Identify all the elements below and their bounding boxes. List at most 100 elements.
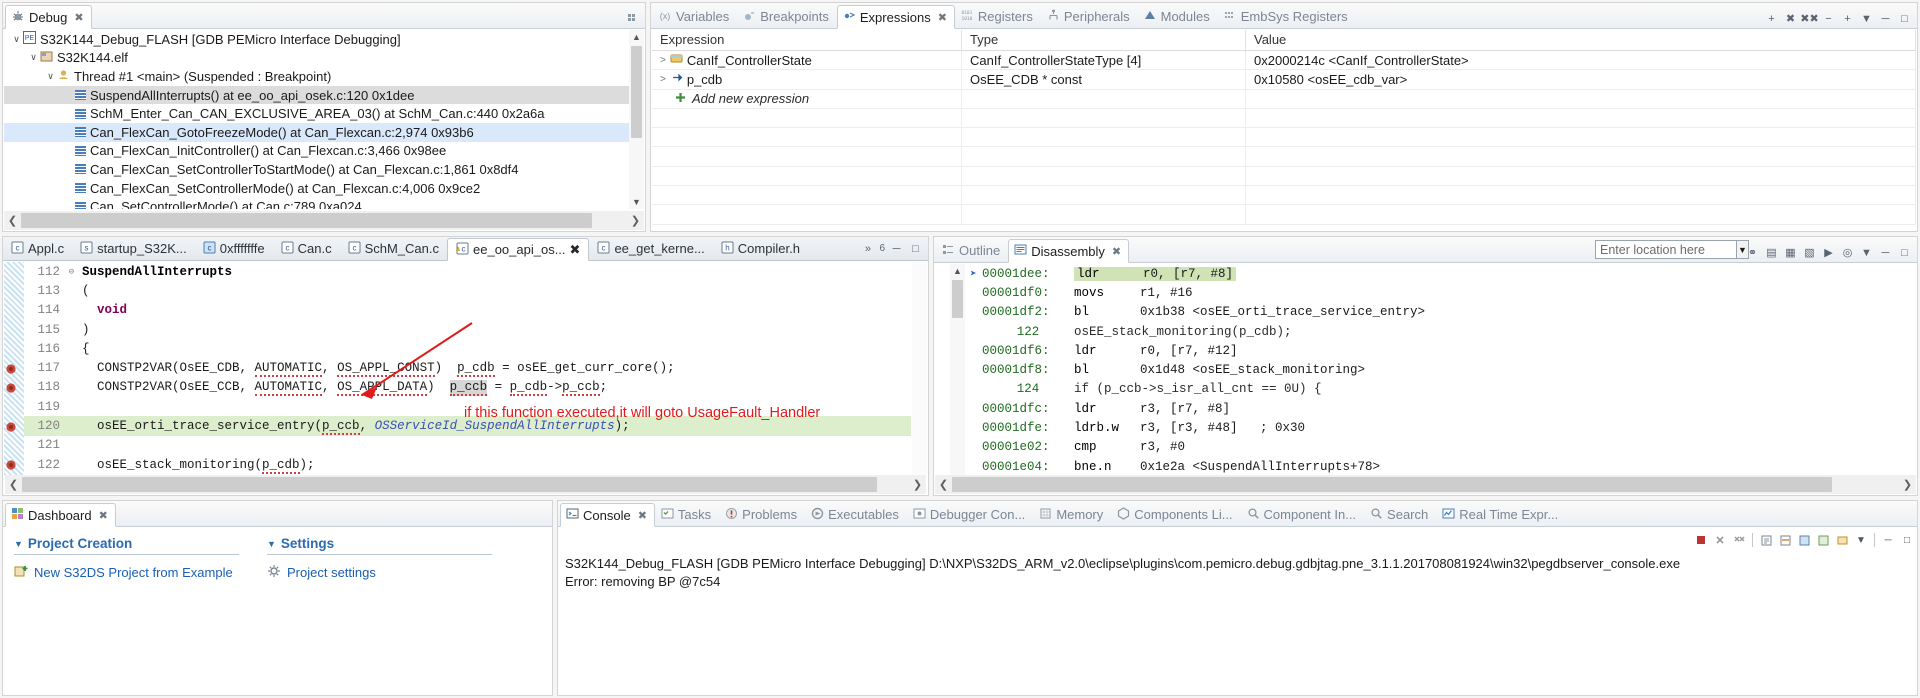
maximize-console-icon[interactable]: □ [1899,532,1915,548]
tab-executables[interactable]: Executables [805,502,907,526]
show-addresses-icon[interactable]: ▤ [1764,245,1779,260]
dashboard-link-label[interactable]: Project settings [287,565,376,580]
disassembly-instruction-row[interactable]: ➤ 00001dee: ldr r0, [r7, #8] [966,264,1916,283]
breakpoint-marker-icon[interactable] [5,381,18,394]
tab-debug-close-icon[interactable]: ✖ [74,11,83,24]
editor-hscrollbar[interactable]: ❮ ❯ [5,475,926,494]
disassembly-instruction-row[interactable]: 00001e02: cmp r3, #0 [966,438,1916,457]
dis-scroll-up-icon[interactable]: ▲ [953,264,962,278]
show-source-icon[interactable]: ▧ [1802,245,1817,260]
expression-cell[interactable]: > CanIf_ControllerState [652,51,962,70]
tab-close-icon[interactable]: ✖ [1112,245,1121,258]
view-menu-icon[interactable]: ▼ [1859,11,1874,26]
editor-code-area[interactable]: 112 ⊖ SuspendAllInterrupts 113 (114 void 115)… [4,262,927,494]
tree-expand-chevron-icon[interactable]: ∨ [44,71,57,82]
tree-expand-chevron-icon[interactable]: ∨ [27,52,40,63]
tab-problems[interactable]: Problems [719,502,805,526]
collapse-all-icon[interactable]: − [1821,11,1836,26]
hscroll-thumb[interactable] [21,213,592,228]
pin-console-icon[interactable] [1796,532,1812,548]
tree-expand-chevron-icon[interactable]: ∨ [10,34,23,45]
tab-expressions[interactable]: Expressions ✖ [836,5,955,29]
disassembly-instruction-row[interactable]: 00001df0: movs r1, #16 [966,283,1916,302]
debug-tree-vscrollbar[interactable]: ▲ ▼ [629,30,644,209]
location-dropdown-icon[interactable]: ▼ [1737,240,1749,259]
expression-cell[interactable]: > p_cdb [652,70,962,89]
disassembly-instruction-row[interactable]: 00001e04: bne.n 0x1e2a <SuspendAllInterrup… [966,457,1916,476]
show-opcodes-icon[interactable]: ▦ [1783,245,1798,260]
expression-empty-row[interactable] [652,205,1916,225]
tab-real-time-expr-[interactable]: Real Time Expr... [1436,502,1566,526]
tab-debugger-con-[interactable]: Debugger Con... [907,502,1033,526]
tab-embsys-registers[interactable]: EmbSys Registers [1218,4,1356,28]
debug-tree-row[interactable]: ∨ Thread #1 <main> (Suspended : Breakpoin… [4,67,644,86]
editor-minimize-icon[interactable]: ─ [889,241,904,256]
disassembly-vscrollbar[interactable]: ▲ [950,264,965,476]
tab-variables[interactable]: (x) Variables [653,4,737,28]
debug-tree-hscrollbar[interactable]: ❮ ❯ [4,211,644,230]
editor-tab-ee-oo-api-os-[interactable]: c ee_oo_api_os... ✖ [447,238,590,261]
debug-tree-row[interactable]: Can_FlexCan_InitController() at Can_Flex… [4,142,644,161]
editor-tab-appl-c[interactable]: c Appl.c [3,237,72,260]
column-header-value[interactable]: Value [1246,30,1916,50]
remove-all-icon[interactable] [1731,532,1747,548]
minimize-icon[interactable]: ─ [1878,11,1893,26]
editor-tab-ee-get-kerne-[interactable]: c ee_get_kerne... [589,237,712,260]
add-new-expression-row[interactable]: Add new expression [652,89,1916,109]
open-console-icon[interactable] [1834,532,1850,548]
debug-tree-row[interactable]: SchM_Enter_Can_CAN_EXCLUSIVE_AREA_03() a… [4,104,644,123]
tab-breakpoints[interactable]: Breakpoints [737,4,837,28]
scroll-right-icon[interactable]: ❯ [627,214,644,227]
console-dropdown-icon[interactable]: ▼ [1853,532,1869,548]
tab-registers[interactable]: 0101 1010 Registers [955,4,1041,28]
expression-empty-row[interactable] [652,128,1916,148]
tab-outline[interactable]: Outline [936,238,1008,262]
tab-search[interactable]: Search [1364,502,1436,526]
editor-line[interactable]: 121 [24,436,911,455]
breakpoint-marker-icon[interactable] [5,458,18,471]
disassembly-instruction-row[interactable]: 00001dfe: ldrb.w r3, [r3, #48] ; 0x30 [966,418,1916,437]
minimize-console-icon[interactable]: ─ [1880,532,1896,548]
disassembly-instruction-row[interactable]: 00001df2: bl 0x1b38 <osEE_orti_trace_servi… [966,303,1916,322]
maximize-icon[interactable]: □ [1897,245,1912,260]
tab-components-li-[interactable]: Components Li... [1111,502,1240,526]
dashboard-link-item[interactable]: Project settings [267,564,492,581]
editor-scroll-left-icon[interactable]: ❮ [5,478,22,491]
scroll-up-icon[interactable]: ▲ [632,30,641,44]
tab-close-icon[interactable]: ✖ [938,11,947,24]
dashboard-section-chevron-icon[interactable]: ▼ [14,539,23,549]
tab-modules[interactable]: Modules [1138,4,1218,28]
editor-tab-close-icon[interactable]: ✖ [570,242,581,258]
editor-line[interactable]: 113 ( [24,281,911,300]
vscroll-thumb[interactable] [631,46,642,138]
tab-dashboard[interactable]: Dashboard ✖ [5,503,116,527]
expression-empty-row[interactable] [652,166,1916,187]
view-menu-icon[interactable]: ▼ [1859,245,1874,260]
tab-component-in-[interactable]: Component In... [1241,502,1365,526]
console-output[interactable]: S32K144_Debug_FLASH [GDB PEMicro Interfa… [559,553,1916,694]
disassembly-source-row[interactable]: 122 osEE_stack_monitoring(p_cdb); [966,322,1916,341]
editor-line[interactable]: 122 osEE_stack_monitoring(p_cdb); [6,455,911,474]
dis-vscroll-thumb[interactable] [952,280,963,318]
display-console-icon[interactable] [1815,532,1831,548]
tab-debug[interactable]: Debug ✖ [5,5,92,29]
debug-tree-row[interactable]: Can_SetControllerMode() at Can.c:789 0xa… [4,197,644,209]
editor-tab-can-c[interactable]: c Can.c [273,237,340,260]
code-fold-collapse-icon[interactable]: ⊖ [66,267,77,277]
scroll-left-icon[interactable]: ❮ [4,214,21,227]
editor-line[interactable]: 112 ⊖ SuspendAllInterrupts [24,262,911,281]
minimize-icon[interactable]: ─ [1878,245,1893,260]
disassembly-listing[interactable]: ➤ 00001dee: ldr r0, [r7, #8] 00001df0: movs r1… [966,264,1916,476]
dis-scroll-right-icon[interactable]: ❯ [1899,478,1916,491]
expand-all-icon[interactable]: + [1840,11,1855,26]
maximize-icon[interactable]: □ [1897,11,1912,26]
tab-dashboard-close-icon[interactable]: ✖ [99,509,108,522]
editor-tab-0xfffffffe[interactable]: c 0xfffffffe [195,237,273,260]
dashboard-link-label[interactable]: New S32DS Project from Example [34,565,233,580]
expression-empty-row[interactable] [652,186,1916,206]
editor-tab-startup-s32k-[interactable]: s startup_S32K... [72,237,195,260]
remove-launch-icon[interactable] [1712,532,1728,548]
expand-chevron-icon[interactable]: > [660,55,666,66]
dis-scroll-left-icon[interactable]: ❮ [935,478,952,491]
location-input[interactable]: Enter location here [1595,240,1737,259]
